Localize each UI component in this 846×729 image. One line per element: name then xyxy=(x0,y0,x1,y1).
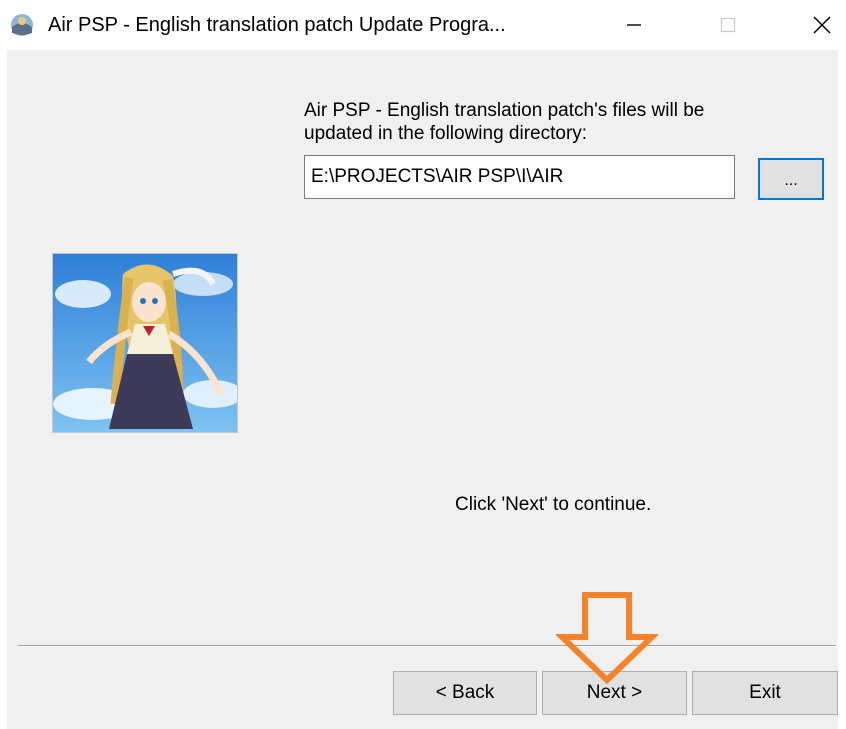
window-title: Air PSP - English translation patch Upda… xyxy=(48,14,506,36)
divider xyxy=(18,645,836,647)
close-icon xyxy=(813,16,831,34)
back-button[interactable]: < Back xyxy=(393,671,537,715)
close-button[interactable] xyxy=(792,0,846,50)
minimize-button[interactable] xyxy=(604,0,664,50)
minimize-icon xyxy=(627,24,641,26)
browse-button[interactable]: ... xyxy=(758,158,824,200)
app-icon xyxy=(11,14,33,36)
maximize-icon xyxy=(720,17,736,33)
title-bar: Air PSP - English translation patch Upda… xyxy=(0,0,846,50)
maximize-button[interactable] xyxy=(698,0,758,50)
next-button[interactable]: Next > xyxy=(542,671,687,715)
directory-label: Air PSP - English translation patch's fi… xyxy=(304,100,705,144)
exit-button[interactable]: Exit xyxy=(692,671,838,715)
directory-path-input[interactable] xyxy=(304,155,735,199)
continue-message: Click 'Next' to continue. xyxy=(455,494,652,515)
character-illustration xyxy=(52,253,238,433)
